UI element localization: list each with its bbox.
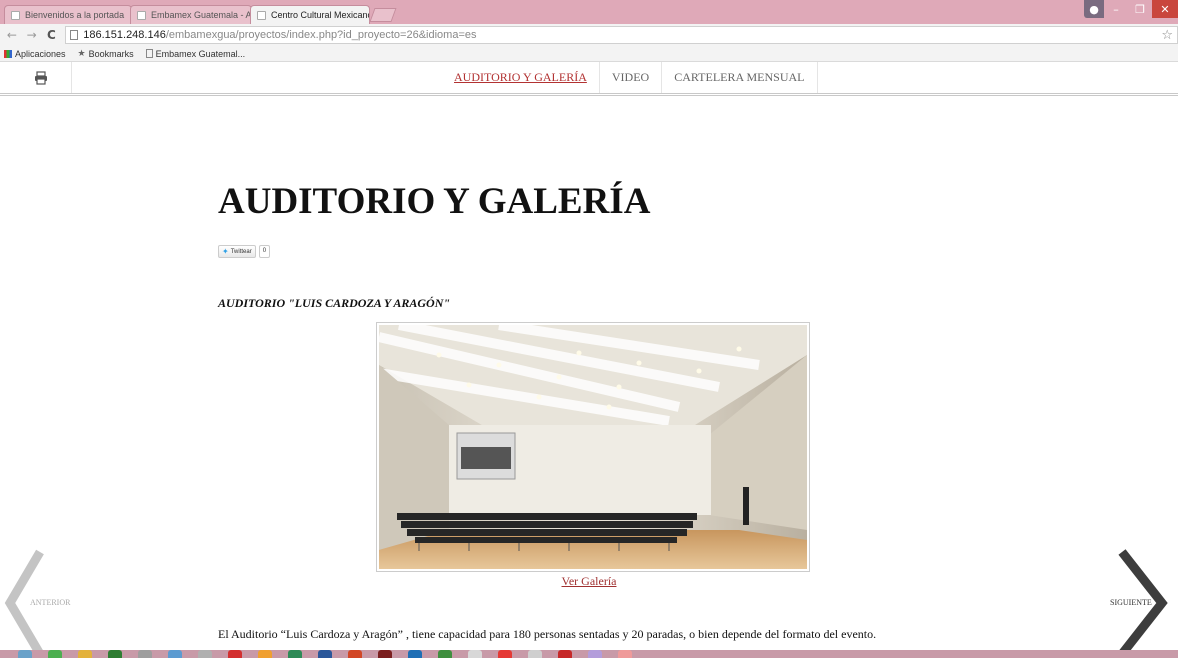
gallery-link: Ver Galería — [0, 574, 1178, 589]
tab-label: Centro Cultural Mexicano — [271, 10, 370, 20]
app-taskbar-icon[interactable] — [258, 650, 272, 658]
main-menu: AUDITORIO Y GALERÍA VIDEO CARTELERA MENS… — [442, 62, 818, 93]
os-taskbar — [0, 650, 1178, 658]
previous-label[interactable]: ANTERIOR — [30, 598, 70, 607]
page-icon — [145, 49, 153, 58]
tab-bienvenidos[interactable]: Bienvenidos a la portada × — [4, 5, 132, 24]
reload-icon[interactable]: C — [44, 28, 60, 42]
browser-tab-strip: Bienvenidos a la portada × Embamex Guate… — [0, 0, 1178, 24]
auditorium-photo[interactable] — [376, 322, 810, 572]
ver-galeria-link[interactable]: Ver Galería — [562, 574, 617, 588]
printer-icon — [34, 70, 47, 85]
url-host: 186.151.248.146 — [83, 29, 166, 41]
restore-icon[interactable]: ❐ — [1128, 0, 1152, 18]
tweet-count: 0 — [258, 245, 271, 258]
user-icon[interactable]: ● — [1084, 0, 1104, 18]
description-text: El Auditorio “Luis Cardoza y Aragón” , t… — [218, 627, 877, 641]
bookmarks-bar: Aplicaciones ★ Bookmarks Embamex Guatema… — [0, 46, 1178, 62]
tweet-label: Twittear — [230, 248, 252, 255]
tab-label: Bienvenidos a la portada — [25, 10, 125, 20]
bookmark-star-icon[interactable]: ☆ — [1161, 28, 1173, 43]
bookmark-apps[interactable]: Aplicaciones — [4, 49, 66, 59]
app-taskbar-icon[interactable] — [168, 650, 182, 658]
tab-centro-cultural[interactable]: Centro Cultural Mexicano × — [250, 5, 370, 24]
favicon-icon — [11, 11, 20, 20]
auditorium-image — [379, 325, 807, 569]
bookmark-label: Bookmarks — [88, 48, 134, 59]
bookmark-label: Aplicaciones — [15, 48, 66, 59]
close-window-icon[interactable]: ✕ — [1152, 0, 1178, 18]
excel-taskbar-icon[interactable] — [288, 650, 302, 658]
app-taskbar-icon[interactable] — [588, 650, 602, 658]
word-taskbar-icon[interactable] — [318, 650, 332, 658]
address-bar[interactable]: 186.151.248.146 /embamexgua/proyectos/in… — [65, 26, 1178, 44]
app-taskbar-icon[interactable] — [618, 650, 632, 658]
app-taskbar-icon[interactable] — [108, 650, 122, 658]
bookmark-bookmarks[interactable]: ★ Bookmarks — [78, 48, 134, 59]
bookmark-label: Embamex Guatemal... — [155, 48, 246, 59]
apps-grid-icon — [4, 49, 12, 58]
app-taskbar-icon[interactable] — [438, 650, 452, 658]
tab-label: Embamex Guatemala - Ac — [151, 10, 252, 20]
folder-taskbar-icon[interactable] — [78, 650, 92, 658]
bookmark-embamex[interactable]: Embamex Guatemal... — [145, 48, 246, 59]
app-taskbar-icon[interactable] — [528, 650, 542, 658]
menu-item-video[interactable]: VIDEO — [600, 62, 663, 93]
new-tab-button[interactable] — [369, 8, 397, 22]
star-icon: ★ — [77, 48, 86, 58]
menu-item-cartelera[interactable]: CARTELERA MENSUAL — [662, 62, 818, 93]
tweet-button[interactable]: ✦ Twittear — [218, 245, 256, 258]
page-title: AUDITORIO Y GALERÍA — [218, 181, 651, 222]
tweet-widget: ✦ Twittear 0 — [218, 245, 271, 258]
app-taskbar-icon[interactable] — [558, 650, 572, 658]
site-nav: AUDITORIO Y GALERÍA VIDEO CARTELERA MENS… — [0, 62, 1178, 96]
favicon-icon — [137, 11, 146, 20]
app-taskbar-icon[interactable] — [228, 650, 242, 658]
app-taskbar-icon[interactable] — [138, 650, 152, 658]
chrome-taskbar-icon[interactable] — [48, 650, 62, 658]
page-icon — [257, 11, 266, 20]
forward-arrow-icon[interactable]: → — [24, 28, 40, 42]
back-arrow-icon[interactable]: ← — [4, 28, 20, 42]
start-icon[interactable] — [18, 650, 32, 658]
app-taskbar-icon[interactable] — [198, 650, 212, 658]
minimize-icon[interactable]: – — [1104, 0, 1128, 18]
menu-item-auditorio[interactable]: AUDITORIO Y GALERÍA — [442, 62, 600, 93]
app-taskbar-icon[interactable] — [378, 650, 392, 658]
app-taskbar-icon[interactable] — [498, 650, 512, 658]
page-icon — [70, 30, 79, 40]
url-path: /embamexgua/proyectos/index.php?id_proye… — [165, 29, 477, 41]
app-taskbar-icon[interactable] — [408, 650, 422, 658]
twitter-bird-icon: ✦ — [222, 247, 229, 256]
section-subheading: AUDITORIO "LUIS CARDOZA Y ARAGÓN" — [218, 296, 451, 310]
next-label[interactable]: SIGUIENTE — [1110, 598, 1152, 607]
app-taskbar-icon[interactable] — [468, 650, 482, 658]
powerpoint-taskbar-icon[interactable] — [348, 650, 362, 658]
tab-embamex[interactable]: Embamex Guatemala - Ac × — [130, 5, 252, 24]
browser-toolbar: ← → C 186.151.248.146 /embamexgua/proyec… — [0, 24, 1178, 46]
window-controls: ● – ❐ ✕ — [1084, 0, 1178, 20]
print-button[interactable] — [10, 62, 72, 93]
